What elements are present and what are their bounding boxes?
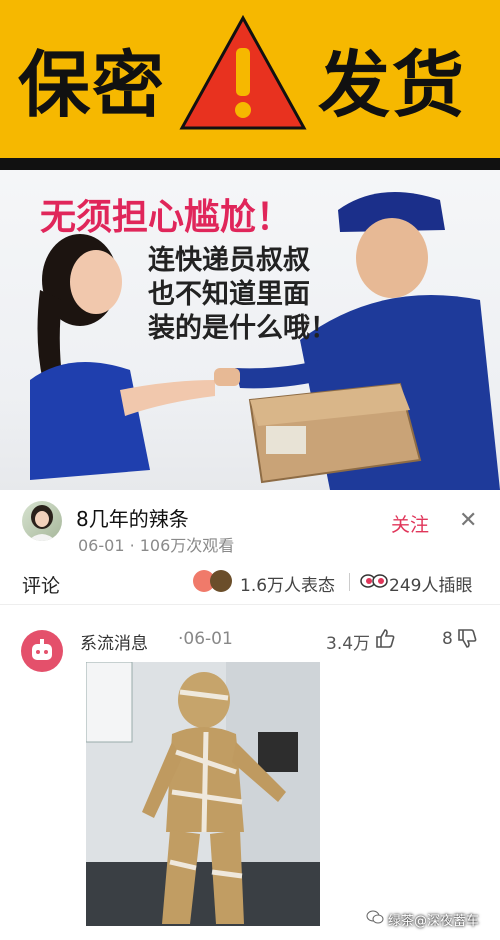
thumbs-down-icon[interactable] [456,628,478,650]
reaction-count[interactable]: 1.6万人表态 [240,571,335,596]
stats-divider [349,573,350,591]
reaction-emoji-icon-2[interactable] [210,570,232,592]
banner-divider [0,158,500,170]
eye-icon[interactable] [360,571,388,591]
section-divider [0,604,500,605]
comment-date: ·06-01 [178,629,233,649]
comment-like-count: 3.4万 [326,634,371,654]
comment-dislike-count: 8 [442,629,453,649]
follow-button[interactable]: 关注 [391,510,429,537]
post-username[interactable]: 8几年的辣条 [76,503,189,532]
user-avatar[interactable] [22,501,62,541]
taped-figure-image [86,662,320,926]
post-meta: 06-01 · 106万次观看 [78,536,235,555]
comment-username[interactable]: 系流消息 [80,629,148,654]
insert-count[interactable]: 249人插眼 [389,571,472,596]
robot-icon [32,639,52,660]
wechat-icon [366,910,384,924]
ad-line-3: 装的是什么哦！ [148,313,337,344]
warning-triangle-icon [179,14,307,130]
banner-left-text: 保密 [18,43,167,127]
comment-avatar[interactable] [21,630,63,672]
comment-photo[interactable] [86,662,320,926]
close-icon[interactable]: ✕ [459,508,477,533]
ad-headline: 无须担心尴尬！ [40,197,293,238]
avatar-portrait [28,505,56,541]
comment-label: 评论 [22,575,61,597]
banner-right-text: 发货 [318,43,467,127]
thumbs-up-icon[interactable] [374,627,396,649]
watermark: 绿茶@深夜蓄车 [388,914,480,929]
